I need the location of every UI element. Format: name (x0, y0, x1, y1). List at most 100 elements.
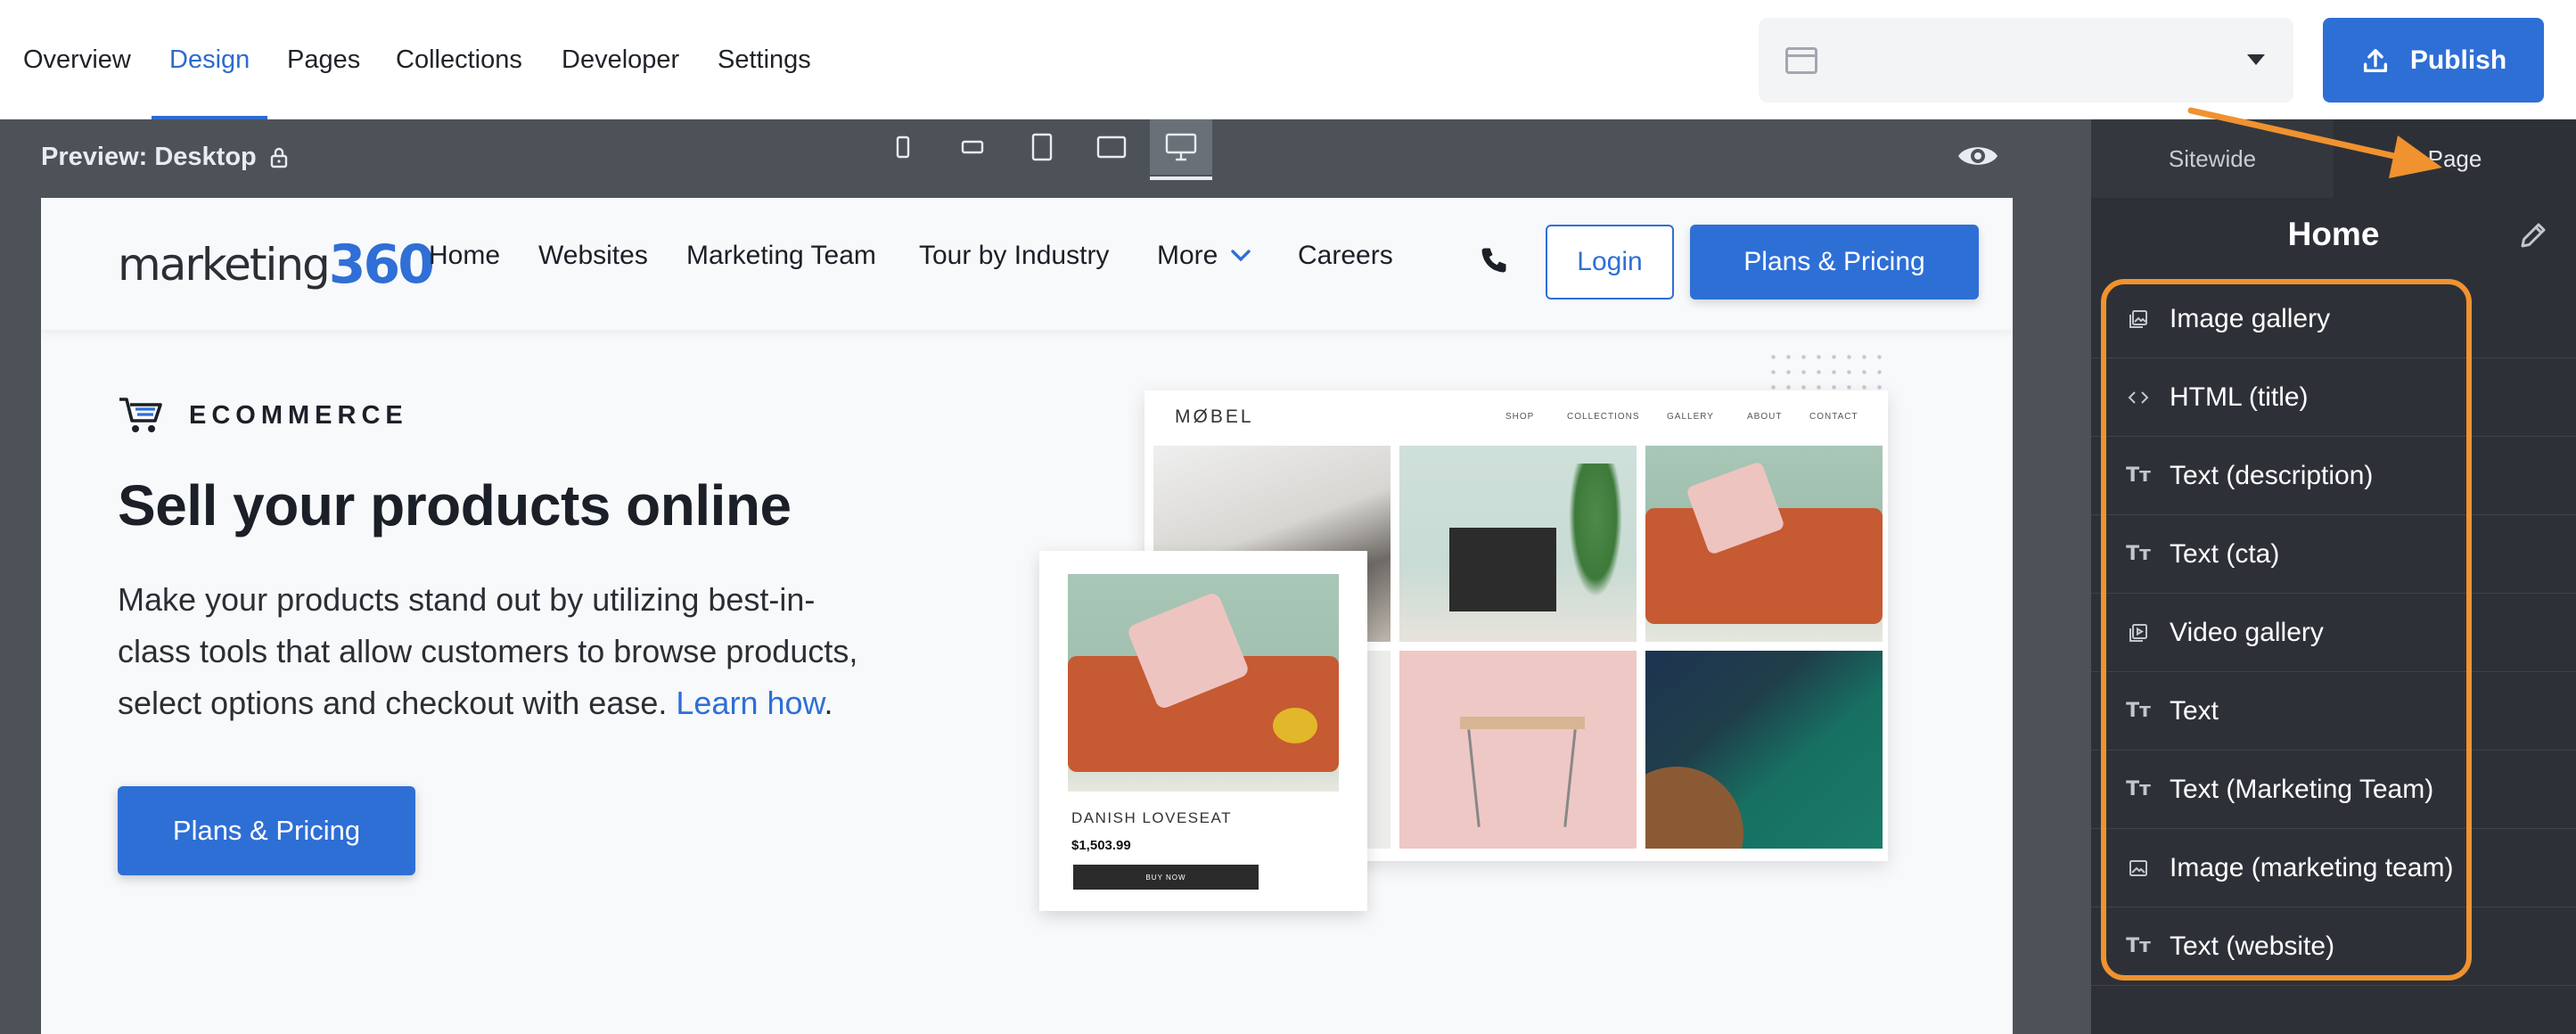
ecommerce-eyebrow: ECOMMERCE (118, 396, 408, 435)
device-tablet-portrait[interactable] (1011, 119, 1073, 175)
image-icon (2127, 857, 2150, 880)
mockup-nav-contact: CONTACT (1809, 412, 1858, 422)
site-nav-home[interactable]: Home (429, 241, 500, 271)
preview-area: Preview: Desktop marketing 360 Home Webs… (0, 119, 2091, 1034)
hero-title: Sell your products online (118, 473, 792, 538)
section-item-label: Text (2170, 695, 2219, 726)
photo-green-sofa (1645, 651, 1883, 849)
section-item-label: Text (Marketing Team) (2170, 774, 2434, 804)
eye-icon[interactable] (1957, 141, 1999, 171)
photo-side-table (1399, 651, 1637, 849)
page-select-dropdown[interactable] (1759, 18, 2293, 103)
website-preview: marketing 360 Home Websites Marketing Te… (41, 198, 2013, 1034)
section-item-html-title[interactable]: HTML (title) (2091, 358, 2576, 437)
buy-now-button[interactable]: BUY NOW (1073, 865, 1259, 890)
shopping-cart-icon (119, 398, 162, 432)
tab-settings[interactable]: Settings (718, 0, 811, 119)
section-item-label: Video gallery (2170, 617, 2324, 647)
site-nav-careers[interactable]: Careers (1298, 241, 1393, 271)
publish-button[interactable]: Publish (2323, 18, 2544, 103)
logo-number: 360 (328, 234, 435, 296)
preview-label: Preview: Desktop (41, 143, 289, 172)
mockup-nav-gallery: GALLERY (1667, 412, 1714, 422)
section-item-label: Text (cta) (2170, 538, 2280, 569)
caret-down-icon (2247, 54, 2265, 65)
hero-description-end: . (824, 685, 833, 721)
mockup-nav-collections: COLLECTIONS (1567, 412, 1640, 422)
hero-description: Make your products stand out by utilizin… (118, 574, 884, 729)
chevron-down-icon (1231, 250, 1251, 262)
logo-word: marketing (118, 239, 331, 291)
mockup-nav-shop: SHOP (1505, 412, 1535, 422)
device-desktop[interactable] (1150, 119, 1212, 180)
site-nav-more[interactable]: More (1157, 241, 1251, 271)
tab-pages[interactable]: Pages (287, 0, 360, 119)
site-nav-more-label: More (1157, 241, 1218, 270)
mockup-nav-about: ABOUT (1747, 412, 1783, 422)
text-icon: Tт (2126, 700, 2151, 722)
tab-collections[interactable]: Collections (396, 0, 522, 119)
site-nav-marketing-team[interactable]: Marketing Team (686, 241, 876, 271)
preview-label-text: Preview: Desktop (41, 143, 257, 171)
publish-label: Publish (2409, 45, 2507, 75)
upload-icon (2363, 48, 2387, 72)
tab-sitewide[interactable]: Sitewide (2091, 119, 2334, 198)
text-icon: Tт (2126, 543, 2151, 565)
phone-icon[interactable] (1478, 244, 1510, 276)
product-card: DANISH LOVESEAT $1,503.99 BUY NOW (1039, 551, 1367, 911)
panel-page-title: Home (2287, 216, 2380, 252)
site-nav-tour-by-industry[interactable]: Tour by Industry (919, 241, 1109, 271)
section-item-image-marketing-team[interactable]: Image (marketing team) (2091, 829, 2576, 907)
video-gallery-icon (2127, 621, 2150, 644)
section-list: Image gallery HTML (title) Tт Text (desc… (2091, 280, 2576, 1013)
tab-overview[interactable]: Overview (23, 0, 131, 119)
pencil-icon[interactable] (2517, 219, 2549, 251)
device-switcher (872, 119, 1219, 180)
device-tablet-landscape[interactable] (1080, 119, 1143, 175)
mobile-landscape-icon (961, 140, 984, 154)
section-item-video-gallery[interactable]: Video gallery (2091, 594, 2576, 672)
device-mobile-portrait[interactable] (872, 119, 934, 175)
tab-page[interactable]: Page (2334, 119, 2576, 198)
right-panel: Sitewide Page Home Image gallery HTML (t… (2091, 119, 2576, 1034)
section-item-label: Text (website) (2170, 931, 2335, 961)
panel-tabs: Sitewide Page (2091, 119, 2576, 198)
text-icon: Tт (2126, 935, 2151, 957)
tab-developer[interactable]: Developer (562, 0, 679, 119)
photo-cabinet-plant (1399, 446, 1637, 642)
section-item-label: Image gallery (2170, 303, 2331, 333)
desktop-icon (1165, 133, 1197, 161)
lock-icon[interactable] (269, 147, 289, 168)
section-item-text[interactable]: Tт Text (2091, 672, 2576, 751)
code-icon (2127, 386, 2150, 409)
tab-design[interactable]: Design (151, 0, 268, 119)
site-nav-websites[interactable]: Websites (538, 241, 648, 271)
site-logo[interactable]: marketing 360 (118, 234, 435, 296)
learn-how-link[interactable]: Learn how (676, 685, 824, 721)
tablet-landscape-icon (1096, 135, 1127, 159)
device-mobile-landscape[interactable] (941, 119, 1004, 175)
section-item-label: Text (description) (2170, 460, 2374, 490)
product-name: DANISH LOVESEAT (1071, 809, 1232, 826)
section-item-label: Image (marketing team) (2170, 852, 2454, 882)
ecommerce-eyebrow-text: ECOMMERCE (189, 400, 408, 430)
section-item-partial[interactable] (2091, 986, 2576, 1013)
window-icon (1785, 46, 1817, 74)
product-price: $1,503.99 (1071, 838, 1131, 853)
section-item-text-website[interactable]: Tт Text (website) (2091, 907, 2576, 986)
section-item-text-marketing-team[interactable]: Tт Text (Marketing Team) (2091, 751, 2576, 829)
photo-orange-sofa (1645, 446, 1883, 642)
text-icon: Tт (2126, 778, 2151, 800)
site-login-button[interactable]: Login (1546, 225, 1674, 300)
top-bar: Overview Design Pages Collections Develo… (0, 0, 2576, 119)
section-item-label: HTML (title) (2170, 382, 2309, 412)
product-image (1068, 574, 1339, 792)
site-plans-pricing-button[interactable]: Plans & Pricing (1690, 225, 1979, 300)
image-gallery-icon (2127, 308, 2150, 331)
mobile-portrait-icon (896, 135, 910, 159)
section-item-image-gallery[interactable]: Image gallery (2091, 280, 2576, 358)
section-item-text-description[interactable]: Tт Text (description) (2091, 437, 2576, 515)
hero-plans-pricing-button[interactable]: Plans & Pricing (118, 786, 415, 875)
mockup-brand: MØBEL (1175, 406, 1254, 427)
section-item-text-cta[interactable]: Tт Text (cta) (2091, 515, 2576, 594)
